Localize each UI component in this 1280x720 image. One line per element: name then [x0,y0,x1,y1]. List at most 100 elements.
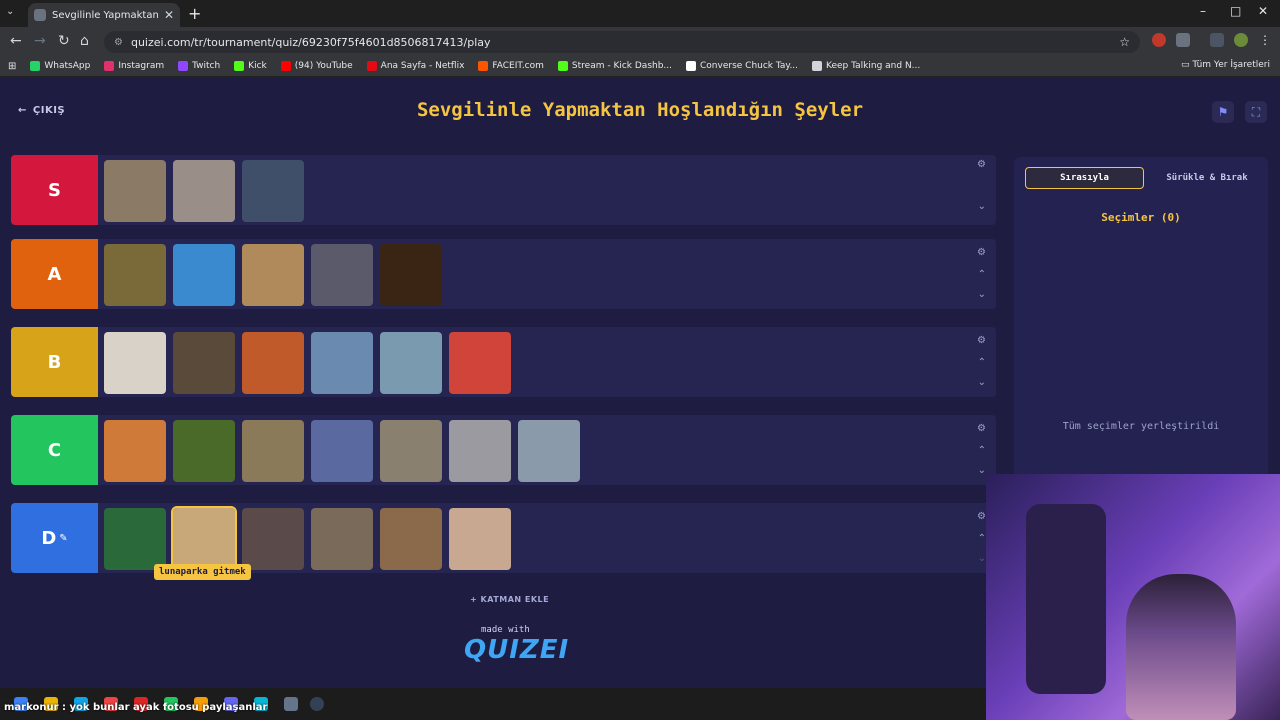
tier-item[interactable] [311,244,373,306]
tier-item[interactable] [380,244,442,306]
tier-row-s: S ⚙ ⌄ [11,155,996,225]
gear-icon[interactable]: ⚙ [977,423,986,434]
maximize-icon[interactable]: □ [1230,4,1241,18]
tier-item[interactable] [311,332,373,394]
tier-item[interactable] [242,420,304,482]
tab-ordered[interactable]: Sırasıyla [1025,167,1144,189]
tier-label[interactable]: B [11,327,98,397]
media-icon[interactable] [1210,33,1224,47]
tier-item[interactable] [104,160,166,222]
tier-item[interactable] [104,244,166,306]
quizei-logo[interactable]: QUIZEI [464,635,569,665]
chevron-up-icon[interactable]: ⌃ [978,445,986,456]
tier-label[interactable]: C [11,415,98,485]
chevron-down-icon[interactable]: ⌄ [978,377,986,388]
chevron-up-icon[interactable]: ⌃ [978,269,986,280]
minimize-icon[interactable]: – [1200,4,1206,18]
chevron-up-icon[interactable]: ⌃ [978,357,986,368]
tier-item[interactable] [104,508,166,570]
window-close-icon[interactable]: ✕ [1258,4,1268,18]
bookmark-youtube[interactable]: (94) YouTube [280,61,353,71]
tier-item[interactable] [380,508,442,570]
chevron-down-icon[interactable]: ⌄ [978,553,986,564]
tier-item[interactable] [380,332,442,394]
tab-title: Sevgilinle Yapmaktan Hoşlandı [52,9,158,21]
back-arrow-icon[interactable]: ← [10,33,22,49]
gear-icon[interactable]: ⚙ [977,335,986,346]
tier-item[interactable] [449,332,511,394]
tier-item[interactable] [242,244,304,306]
report-flag-button[interactable]: ⚑ [1212,101,1234,123]
gear-icon[interactable]: ⚙ [977,511,986,522]
bookmark-kick[interactable]: Kick [234,61,267,71]
browser-tab[interactable]: Sevgilinle Yapmaktan Hoşlandı ✕ [28,3,180,27]
chevron-down-icon[interactable]: ⌄ [978,289,986,300]
stream-chat-message: markonur : yok bunlar ayak fotosu paylaş… [4,702,268,713]
tier-item[interactable] [173,244,235,306]
empty-state-text: Tüm seçimler yerleştirildi [1062,421,1220,432]
bookmark-netflix[interactable]: Ana Sayfa - Netflix [366,61,464,71]
bookmark-keep-talking[interactable]: Keep Talking and N... [812,61,920,71]
extensions-puzzle-icon[interactable] [1176,33,1190,47]
tier-item[interactable] [173,160,235,222]
choices-title: Seçimler (0) [1101,211,1181,224]
tier-item[interactable] [449,420,511,482]
tier-label[interactable]: S [11,155,98,225]
browser-tab-strip: ⌄ Sevgilinle Yapmaktan Hoşlandı ✕ + – □ … [0,0,1280,27]
tier-item-hovered[interactable] [171,506,237,572]
tab-drag-drop[interactable]: Sürükle & Bırak [1152,167,1262,189]
profile-avatar[interactable] [1234,33,1248,47]
bookmarks-bar: ⊞ WhatsApp Instagram Twitch Kick (94) Yo… [0,56,1280,77]
tier-item[interactable] [518,420,580,482]
tier-item[interactable] [173,332,235,394]
tier-row-b: B ⚙ ⌃ ⌄ [11,327,996,397]
page-title: Sevgilinle Yapmaktan Hoşlandığın Şeyler [416,99,864,121]
gear-icon[interactable]: ⚙ [977,247,986,258]
bookmark-star-icon[interactable]: ☆ [1119,35,1130,49]
fullscreen-button[interactable]: ⛶ [1245,101,1267,123]
steam-icon[interactable] [284,697,298,711]
chevron-down-icon[interactable]: ⌄ [978,465,986,476]
tier-item[interactable] [242,508,304,570]
bookmark-faceit[interactable]: FACEIT.com [478,61,544,71]
bookmark-kick-dashboard[interactable]: Stream - Kick Dashb... [557,61,672,71]
tier-item[interactable] [242,332,304,394]
bookmark-twitch[interactable]: Twitch [178,61,220,71]
new-tab-icon[interactable]: + [188,4,201,23]
extension-icon[interactable] [1152,33,1166,47]
chevron-down-icon[interactable]: ⌄ [978,201,986,212]
site-info-icon[interactable]: ⚙ [114,37,123,48]
tab-close-icon[interactable]: ✕ [164,8,174,22]
tier-item[interactable] [380,420,442,482]
tier-item[interactable] [311,508,373,570]
home-icon[interactable]: ⌂ [80,33,89,49]
add-layer-button[interactable]: + KATMAN EKLE [470,595,549,604]
tier-item[interactable] [173,420,235,482]
tab-search-icon[interactable]: ⌄ [6,6,14,17]
tier-label[interactable]: A [11,239,98,309]
chevron-up-icon[interactable]: ⌃ [978,533,986,544]
tier-item[interactable] [242,160,304,222]
bookmark-converse[interactable]: Converse Chuck Tay... [686,61,798,71]
address-bar[interactable]: ⚙ quizei.com/tr/tournament/quiz/69230f75… [104,31,1140,53]
obs-icon[interactable] [310,697,324,711]
tier-item[interactable] [104,420,166,482]
all-bookmarks[interactable]: ▭ Tüm Yer İşaretleri [1181,60,1270,70]
menu-kebab-icon[interactable]: ⋮ [1258,33,1272,47]
folder-icon: ▭ [1180,60,1193,70]
bookmark-instagram[interactable]: Instagram [104,61,164,71]
tier-row-a: A ⚙ ⌃ ⌄ [11,239,996,309]
webcam-overlay [986,474,1280,720]
tier-row-c: C ⚙ ⌃ ⌄ [11,415,996,485]
bookmark-whatsapp[interactable]: WhatsApp [30,61,90,71]
edit-pencil-icon[interactable]: ✎ [59,533,67,544]
tier-item[interactable] [311,420,373,482]
gear-icon[interactable]: ⚙ [977,159,986,170]
reload-icon[interactable]: ↻ [58,33,70,49]
tier-item[interactable] [104,332,166,394]
tier-item[interactable] [449,508,511,570]
tier-label[interactable]: D ✎ [11,503,98,573]
apps-grid-icon[interactable]: ⊞ [8,61,16,72]
forward-arrow-icon[interactable]: → [34,33,46,49]
item-tooltip: lunaparka gitmek [154,564,251,580]
